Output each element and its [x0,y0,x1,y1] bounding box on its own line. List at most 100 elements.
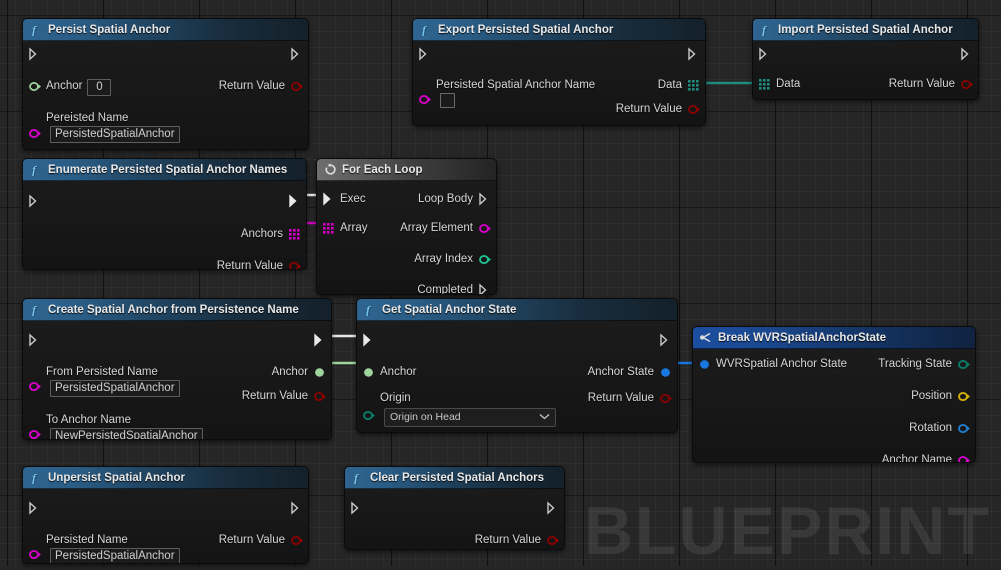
node-header[interactable]: f Enumerate Persisted Spatial Anchor Nam… [23,159,306,181]
pin-anchor-in[interactable] [362,365,375,379]
pin-position-out[interactable] [957,389,970,403]
node-clear-persisted-spatial-anchors[interactable]: f Clear Persisted Spatial Anchors Return… [344,466,565,550]
pin-return-value-out[interactable] [546,533,559,547]
node-get-spatial-anchor-state[interactable]: f Get Spatial Anchor State Anchor Anchor… [356,298,678,433]
pin-anchor-out[interactable] [313,365,326,379]
pin-label: Return Value [587,392,654,404]
node-header[interactable]: f Get Spatial Anchor State [357,299,677,321]
pin-label: Anchor Name [881,454,952,463]
pin-label: Return Value [216,260,283,270]
exec-in-pin[interactable] [758,47,771,61]
pin-from-persisted-name-in[interactable] [28,379,41,393]
pin-return-value-out[interactable] [290,533,303,547]
exec-in-pin[interactable] [28,47,41,61]
pin-exec-in[interactable] [322,192,335,206]
node-export-persisted-spatial-anchor[interactable]: f Export Persisted Spatial Anchor Persis… [412,18,706,126]
exec-in-pin[interactable] [418,47,431,61]
pin-label: Position [911,390,952,402]
function-f-icon: f [29,303,43,317]
node-header[interactable]: For Each Loop [317,159,496,181]
function-f-icon: f [29,23,43,37]
pin-to-anchor-name-in[interactable] [28,427,41,439]
pin-label: Anchor State [587,366,654,378]
origin-dropdown[interactable]: Origin on Head [384,408,556,427]
pin-data-in[interactable] [758,77,771,91]
exec-out-pin[interactable] [687,47,700,61]
pin-label: Anchor [380,366,417,378]
exec-out-pin[interactable] [288,194,301,208]
function-f-icon: f [351,471,365,485]
exec-in-pin[interactable] [28,194,41,208]
pin-wvrspatial-anchor-state-in[interactable] [698,357,711,371]
pin-return-value-out[interactable] [687,102,700,116]
pin-label: Completed [417,284,473,295]
pin-return-value-out[interactable] [313,389,326,403]
node-for-each-loop[interactable]: For Each Loop Exec Loop Body Array Array… [316,158,497,295]
pin-loop-body-out[interactable] [478,192,491,206]
pin-label: Data [776,78,801,90]
pin-label: Persisted Spatial Anchor Name [436,79,596,91]
node-unpersist-spatial-anchor[interactable]: f Unpersist Spatial Anchor Persisted Nam… [22,466,309,564]
pin-completed-out[interactable] [478,283,491,294]
pin-label: Rotation [909,422,952,434]
pin-anchor-in[interactable] [28,79,41,93]
pin-anchors-out[interactable] [288,227,301,241]
node-header[interactable]: f Unpersist Spatial Anchor [23,467,308,489]
node-title: Enumerate Persisted Spatial Anchor Names [48,163,288,176]
node-enumerate-persisted-spatial-anchor-names[interactable]: f Enumerate Persisted Spatial Anchor Nam… [22,158,307,270]
pin-anchor-state-out[interactable] [659,365,672,379]
node-create-spatial-anchor-from-persistence-name[interactable]: f Create Spatial Anchor from Persistence… [22,298,332,440]
pin-array-element-out[interactable] [478,221,491,235]
anchor-value-field[interactable]: 0 [87,79,112,96]
node-break-wvrspatialanchorstate[interactable]: Break WVRSpatialAnchorState WVRSpatial A… [692,326,976,463]
pin-persisted-spatial-anchor-name-in[interactable] [418,92,431,106]
pin-data-out[interactable] [687,78,700,92]
pin-rotation-out[interactable] [957,421,970,435]
pin-return-value-out[interactable] [290,79,303,93]
node-header[interactable]: f Create Spatial Anchor from Persistence… [23,299,331,321]
pin-label: Return Value [888,78,955,90]
svg-text:f: f [422,23,427,36]
node-title: Clear Persisted Spatial Anchors [370,471,545,484]
exec-out-pin[interactable] [290,501,303,515]
exec-in-pin[interactable] [362,333,375,347]
exec-in-pin[interactable] [28,501,41,515]
pin-label: Return Value [218,80,285,92]
persisted-name-field[interactable]: PersistedSpatialAnchor [50,126,180,143]
persisted-name-field[interactable]: PersistedSpatialAnchor [50,548,180,563]
pin-label: Anchor [46,80,83,92]
node-header[interactable]: f Persist Spatial Anchor [23,19,308,41]
exec-out-pin[interactable] [313,333,326,347]
exec-out-pin[interactable] [290,47,303,61]
pin-return-value-out[interactable] [288,259,301,269]
exec-out-pin[interactable] [960,47,973,61]
break-struct-icon [699,331,713,345]
exec-out-pin[interactable] [546,501,559,515]
node-import-persisted-spatial-anchor[interactable]: f Import Persisted Spatial Anchor Data R… [752,18,979,100]
pin-label: Loop Body [418,193,473,205]
pin-persisted-name-in[interactable] [28,126,41,140]
exec-out-pin[interactable] [659,333,672,347]
pin-return-value-out[interactable] [659,391,672,405]
pin-anchor-name-out[interactable] [957,453,970,462]
node-persist-spatial-anchor[interactable]: f Persist Spatial Anchor Anchor 0 Return… [22,18,309,150]
exec-in-pin[interactable] [350,501,363,515]
to-anchor-name-field[interactable]: NewPersistedSpatialAnchor [50,428,203,439]
blueprint-graph-canvas[interactable]: BLUEPRINT f Persist Spatial Anchor Ancho… [0,0,1001,569]
exec-in-pin[interactable] [28,333,41,347]
pin-return-value-out[interactable] [960,77,973,91]
node-title: Import Persisted Spatial Anchor [778,23,953,36]
pin-array-in[interactable] [322,221,335,235]
svg-text:f: f [762,23,767,36]
pin-array-index-out[interactable] [478,252,491,266]
node-header[interactable]: Break WVRSpatialAnchorState [693,327,975,349]
node-header[interactable]: f Export Persisted Spatial Anchor [413,19,705,41]
pin-origin-in[interactable] [362,408,375,422]
pin-tracking-state-out[interactable] [957,357,970,371]
persisted-spatial-anchor-name-field[interactable] [440,93,455,108]
node-header[interactable]: f Import Persisted Spatial Anchor [753,19,978,41]
node-header[interactable]: f Clear Persisted Spatial Anchors [345,467,564,489]
from-persisted-name-field[interactable]: PersistedSpatialAnchor [50,380,180,397]
pin-label: WVRSpatial Anchor State [716,358,848,370]
pin-persisted-name-in[interactable] [28,547,41,561]
